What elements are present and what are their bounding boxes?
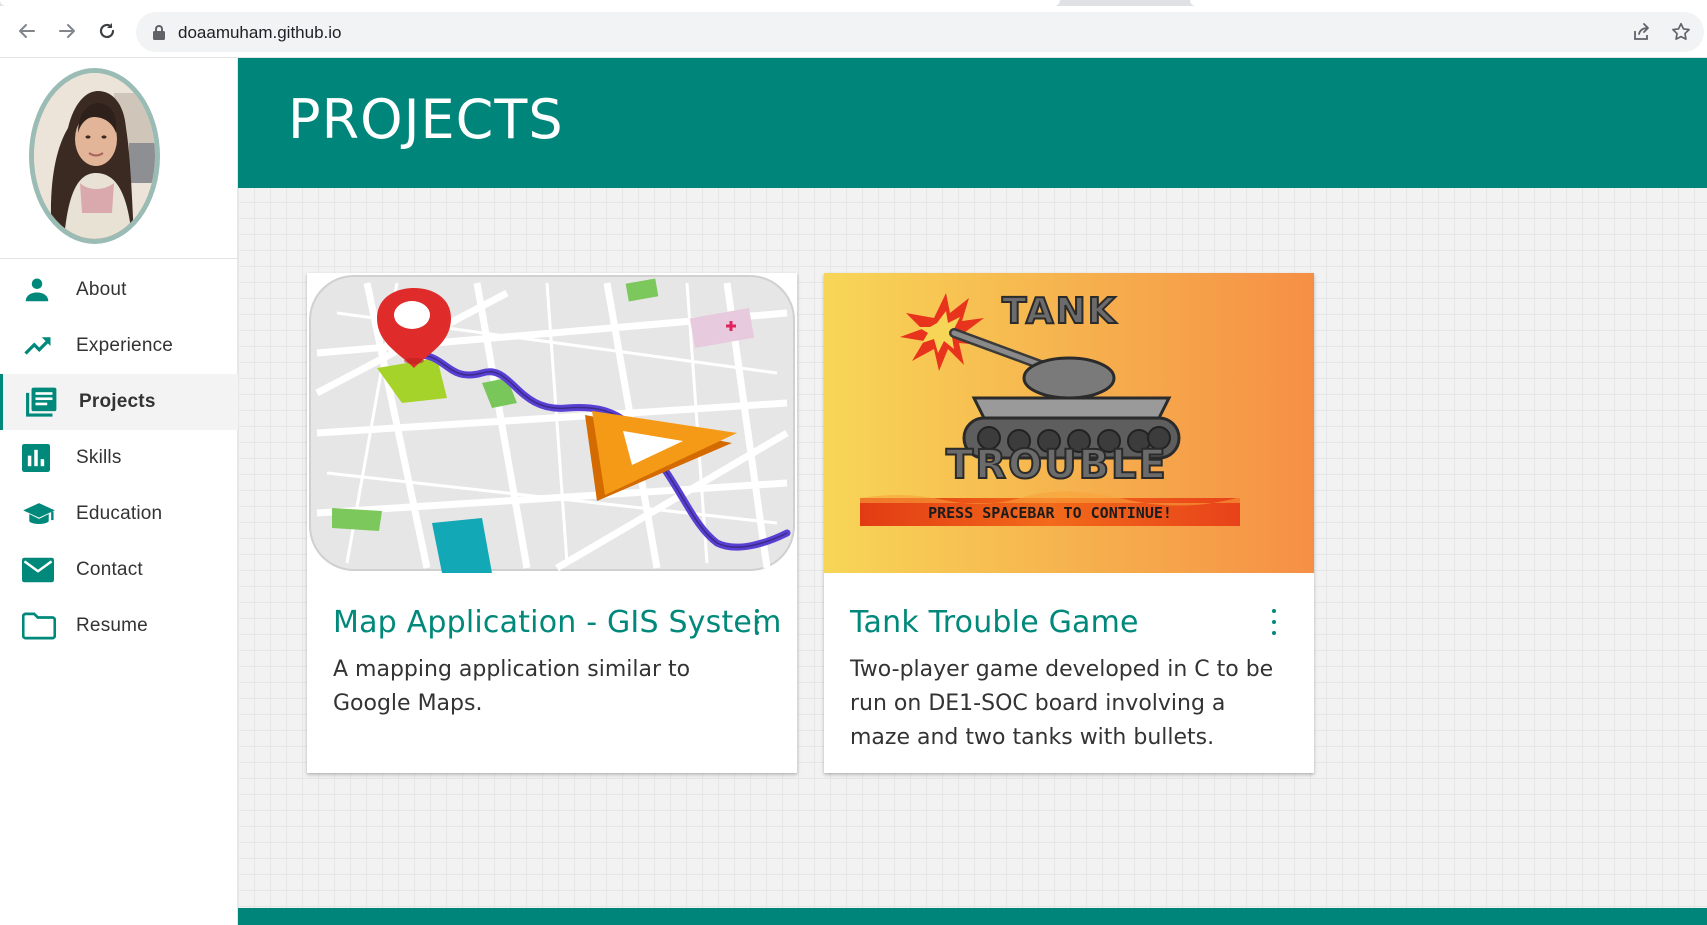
bar-chart-icon xyxy=(22,443,56,473)
more-vert-icon[interactable] xyxy=(1270,609,1278,635)
arrow-left-icon xyxy=(19,24,35,38)
sidebar-item-resume[interactable]: Resume xyxy=(0,598,238,654)
sidebar-item-label: About xyxy=(76,279,127,300)
footer-bar xyxy=(238,908,1707,925)
project-image-tank[interactable]: TANK TROUBLE PRESS SPACEBAR TO CONTINUE! xyxy=(824,273,1314,573)
sidebar-nav: About Experience Projects Skills Educati… xyxy=(0,262,238,654)
project-card-tank[interactable]: TANK TROUBLE PRESS SPACEBAR TO CONTINUE!… xyxy=(824,273,1314,773)
project-description: Two-player game developed in C to be run… xyxy=(850,657,1274,750)
project-title[interactable]: Map Application - GIS System xyxy=(333,605,782,640)
sidebar-item-label: Projects xyxy=(79,391,156,412)
sidebar-item-label: Resume xyxy=(76,615,148,636)
avatar-photo xyxy=(34,73,155,239)
sidebar-item-label: Education xyxy=(76,503,163,524)
lock-icon[interactable] xyxy=(152,24,166,40)
page-header: PROJECTS xyxy=(238,58,1707,188)
share-icon[interactable] xyxy=(1632,22,1652,42)
sidebar-item-label: Contact xyxy=(76,559,143,580)
avatar-frame xyxy=(29,68,160,244)
project-description: A mapping application similar to Google … xyxy=(333,657,691,716)
forward-button[interactable] xyxy=(52,16,82,46)
project-card-map[interactable]: Map Application - GIS System A mapping a… xyxy=(307,273,797,773)
sidebar-divider xyxy=(0,258,238,259)
page-title: PROJECTS xyxy=(288,88,564,151)
graduation-cap-icon xyxy=(22,499,56,529)
person-icon xyxy=(22,275,56,305)
reload-icon xyxy=(99,23,115,39)
arrow-right-icon xyxy=(59,24,75,38)
trending-up-icon xyxy=(22,331,56,361)
article-icon xyxy=(25,387,59,417)
mail-icon xyxy=(22,555,56,585)
browser-toolbar: doaamuham.github.io xyxy=(0,6,1707,58)
sidebar-item-label: Experience xyxy=(76,335,174,356)
sidebar-item-education[interactable]: Education xyxy=(0,486,238,542)
address-bar[interactable]: doaamuham.github.io xyxy=(136,12,1704,52)
back-button[interactable] xyxy=(12,16,42,46)
more-vert-icon[interactable] xyxy=(753,609,761,635)
sidebar-item-about[interactable]: About xyxy=(0,262,238,318)
avatar xyxy=(34,73,155,239)
tank-image-title-top: TANK xyxy=(1002,291,1118,332)
sidebar: About Experience Projects Skills Educati… xyxy=(0,58,238,925)
folder-icon xyxy=(22,611,56,641)
tank-image-title-bottom: TROUBLE xyxy=(946,442,1168,488)
sidebar-item-contact[interactable]: Contact xyxy=(0,542,238,598)
main-content: PROJECTS Map Application - GIS System A … xyxy=(238,58,1707,925)
star-icon[interactable] xyxy=(1670,21,1692,43)
project-title[interactable]: Tank Trouble Game xyxy=(850,605,1139,640)
tank-image-banner: PRESS SPACEBAR TO CONTINUE! xyxy=(928,504,1172,522)
reload-button[interactable] xyxy=(92,16,122,46)
project-image-map[interactable] xyxy=(307,273,797,573)
sidebar-item-experience[interactable]: Experience xyxy=(0,318,238,374)
sidebar-item-label: Skills xyxy=(76,447,122,468)
url-text[interactable]: doaamuham.github.io xyxy=(178,23,342,43)
sidebar-item-skills[interactable]: Skills xyxy=(0,430,238,486)
sidebar-item-projects[interactable]: Projects xyxy=(0,374,238,430)
